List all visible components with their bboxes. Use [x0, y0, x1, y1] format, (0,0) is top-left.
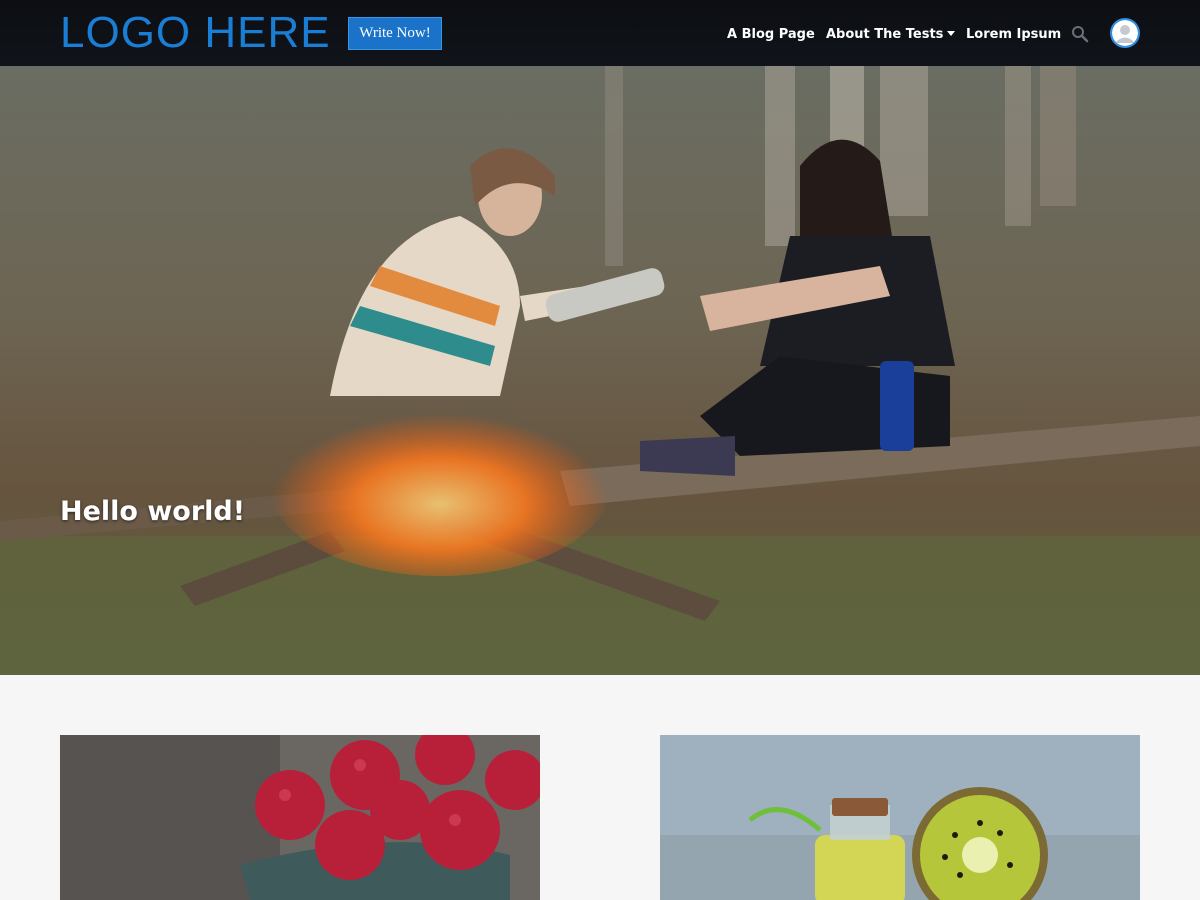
hero-post-title[interactable]: Hello world!	[60, 496, 245, 527]
nav-item-lorem-ipsum[interactable]: Lorem Ipsum	[966, 27, 1061, 42]
caret-down-icon	[947, 30, 956, 36]
nav-item-about-tests[interactable]: About The Tests	[826, 26, 956, 42]
kiwi-oil-image	[660, 735, 1140, 900]
nav-item-label: Lorem Ipsum	[966, 26, 1062, 42]
user-avatar-icon[interactable]	[1110, 18, 1140, 48]
nav-item-label: A Blog Page	[727, 26, 815, 42]
raspberries-image	[60, 735, 540, 900]
post-card-raspberries[interactable]	[60, 735, 540, 900]
search-icon[interactable]	[1071, 25, 1089, 43]
hero-image	[0, 66, 1200, 675]
post-card-kiwi-oil[interactable]	[660, 735, 1140, 900]
hero-featured-post[interactable]: Hello world!	[0, 66, 1200, 675]
main-nav: A Blog Page About The Tests Lorem Ipsum	[0, 22, 1200, 46]
nav-item-label: About The Tests	[826, 26, 944, 42]
site-header: LOGO HERE Write Now! A Blog Page About T…	[0, 0, 1200, 66]
nav-item-blog-page[interactable]: A Blog Page	[727, 27, 815, 42]
